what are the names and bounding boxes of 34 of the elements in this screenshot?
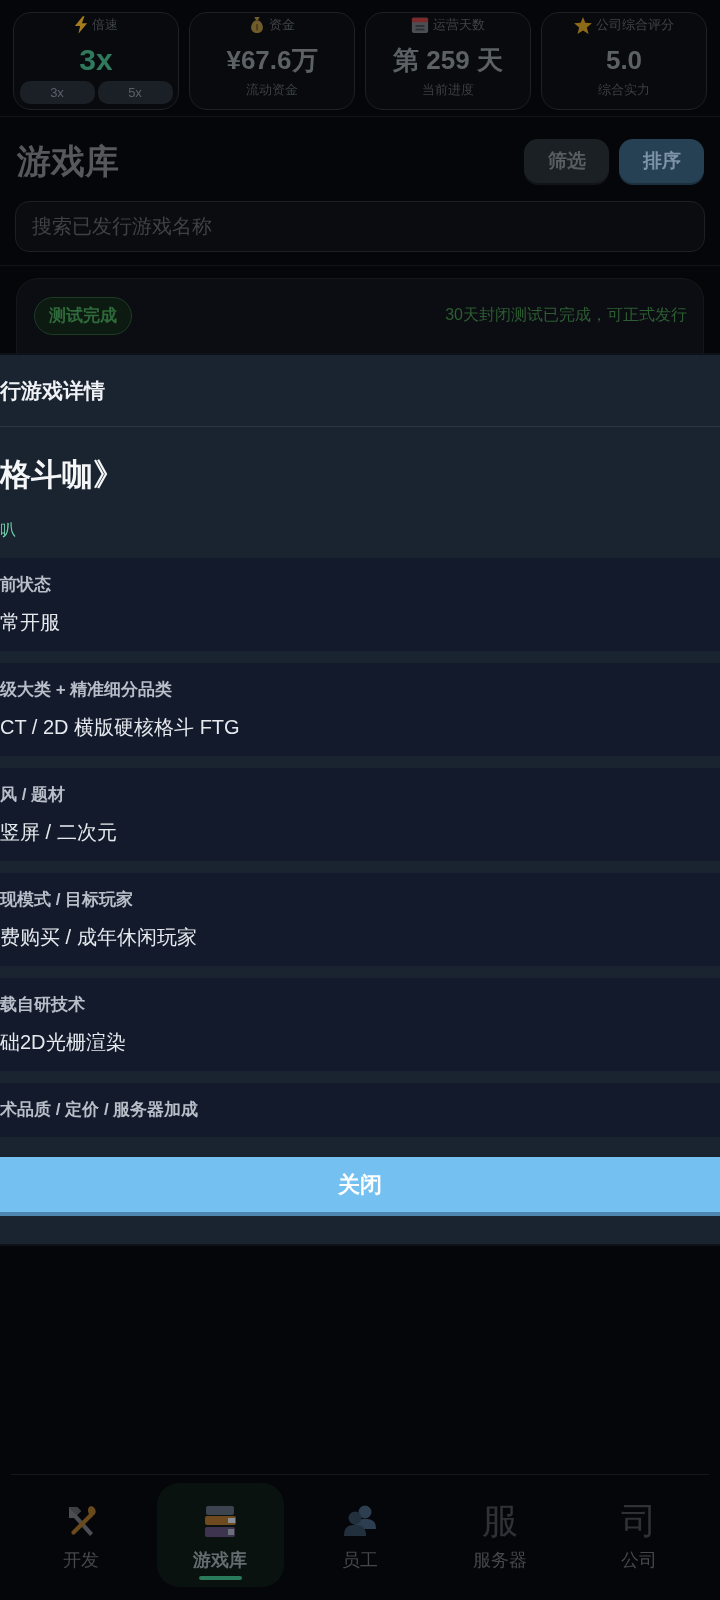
detail-label: 术品质 / 定价 / 服务器加成 (0, 1099, 199, 1121)
page-title: 游戏库 (17, 141, 119, 182)
lightning-icon (74, 16, 88, 34)
calendar-icon (411, 16, 429, 34)
filter-button[interactable]: 筛选 (524, 139, 609, 183)
stat-value: 第 259 天 (393, 44, 503, 77)
status-note: 30天封闭测试已完成，可正式发行 (445, 305, 687, 325)
detail-value: 础2D光栅渲染 (0, 1030, 126, 1055)
speed-option[interactable]: 3x (19, 81, 95, 104)
nav-tab[interactable]: 开发 (17, 1483, 145, 1587)
nav-tab[interactable]: 游戏库 (156, 1483, 284, 1587)
dialog-title: 行游戏详情 (0, 377, 105, 404)
speed-value: 3x (79, 43, 113, 77)
people-icon (342, 1503, 378, 1539)
detail-value: CT / 2D 横版硬核格斗 FTG (0, 715, 240, 740)
status-badge: 测试完成 (34, 297, 132, 335)
detail-label: 现模式 / 目标玩家 (0, 889, 134, 911)
detail-value: 竖屏 / 二次元 (0, 820, 117, 845)
game-subtitle: 叭 (0, 520, 16, 540)
money-bag-icon (249, 16, 265, 34)
sort-button[interactable]: 排序 (619, 139, 704, 183)
speed-option[interactable]: 5x (97, 81, 173, 104)
stat-value: 5.0 (605, 44, 643, 77)
star-icon (574, 16, 592, 34)
detail-label: 风 / 题材 (0, 784, 66, 806)
detail-label: 载自研技术 (0, 994, 85, 1016)
detail-label: 前状态 (0, 574, 51, 596)
nav-tab[interactable]: 员工 (296, 1483, 424, 1587)
detail-label: 级大类 + 精准细分品类 (0, 679, 173, 701)
detail-value: 常开服 (0, 610, 60, 635)
detail-value: 费购买 / 成年休闲玩家 (0, 925, 197, 950)
books-icon (202, 1503, 239, 1539)
close-button[interactable]: 关闭 (0, 1157, 720, 1216)
stat-value: ¥67.6万 (226, 44, 318, 77)
